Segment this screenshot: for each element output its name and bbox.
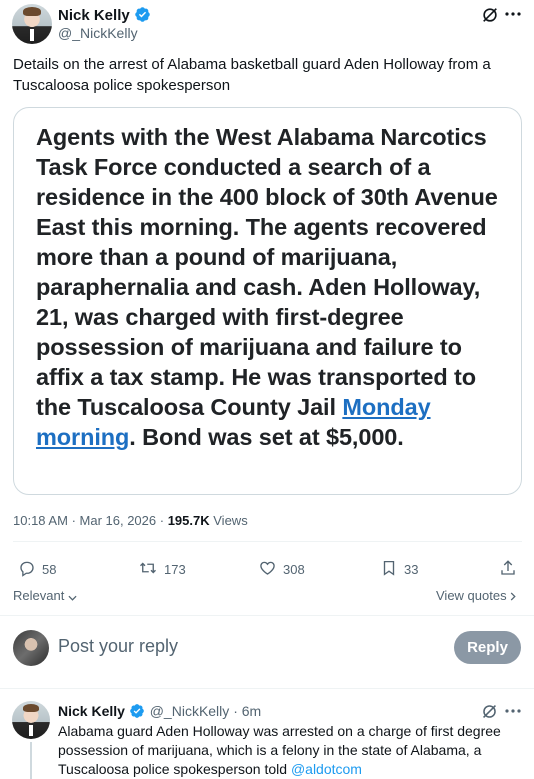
- reply-author-avatar[interactable]: [12, 701, 50, 739]
- reply-text: Alabama guard Aden Holloway was arrested…: [58, 723, 501, 777]
- reply-action[interactable]: 58: [18, 559, 56, 580]
- reply-button[interactable]: Reply: [454, 631, 521, 664]
- grok-icon[interactable]: [481, 703, 499, 721]
- author-avatar[interactable]: [12, 4, 52, 44]
- retweet-count: 173: [164, 562, 186, 577]
- thread-line: [30, 742, 32, 779]
- like-count: 308: [283, 562, 305, 577]
- divider: [0, 688, 534, 689]
- view-quotes-label: View quotes: [436, 588, 507, 603]
- more-options-icon[interactable]: [505, 709, 521, 715]
- current-user-avatar[interactable]: [13, 630, 49, 666]
- chevron-down-icon: [68, 589, 77, 604]
- divider: [0, 615, 534, 616]
- share-icon[interactable]: [499, 559, 517, 582]
- mention-link[interactable]: @aldotcom: [291, 761, 362, 777]
- bookmark-action[interactable]: 33: [380, 559, 418, 580]
- views-label: Views: [213, 513, 248, 528]
- author-name-row: Nick Kelly: [58, 6, 151, 26]
- reply-input[interactable]: Post your reply: [58, 636, 438, 657]
- verified-badge-icon: [129, 703, 146, 720]
- sort-label: Relevant: [13, 588, 65, 603]
- reply-time[interactable]: 6m: [242, 703, 261, 719]
- reply-header: Nick Kelly @_NickKelly · 6m: [58, 703, 262, 720]
- grok-icon[interactable]: [481, 6, 499, 24]
- views-count: 195.7K: [167, 513, 210, 528]
- reply-author-handle[interactable]: @_NickKelly: [150, 703, 230, 719]
- reply-icon: [18, 559, 36, 580]
- tweet-text: Details on the arrest of Alabama basketb…: [13, 56, 491, 94]
- retweet-action[interactable]: 173: [138, 559, 186, 580]
- sort-dropdown[interactable]: Relevant: [13, 588, 77, 604]
- author-name[interactable]: Nick Kelly: [58, 7, 130, 24]
- reply-author-name[interactable]: Nick Kelly: [58, 703, 125, 719]
- divider: [13, 541, 522, 542]
- image-text: Agents with the West Alabama Narcotics T…: [36, 124, 498, 450]
- tweet-date[interactable]: Mar 16, 2026: [80, 513, 157, 528]
- reply-count: 58: [42, 562, 57, 577]
- more-options-icon[interactable]: [505, 12, 521, 18]
- retweet-icon: [138, 559, 158, 580]
- chevron-right-icon: [510, 589, 516, 604]
- bookmark-icon: [380, 559, 398, 580]
- tweet-meta: 10:18 AM · Mar 16, 2026 · 195.7K Views: [13, 513, 248, 528]
- tweet-image[interactable]: Agents with the West Alabama Narcotics T…: [13, 107, 522, 495]
- author-handle[interactable]: @_NickKelly: [58, 25, 138, 41]
- like-action[interactable]: 308: [258, 559, 305, 580]
- view-quotes-link[interactable]: View quotes: [436, 588, 516, 604]
- like-icon: [258, 559, 277, 580]
- verified-badge-icon: [134, 6, 151, 23]
- tweet-time[interactable]: 10:18 AM: [13, 513, 68, 528]
- bookmark-count: 33: [404, 562, 419, 577]
